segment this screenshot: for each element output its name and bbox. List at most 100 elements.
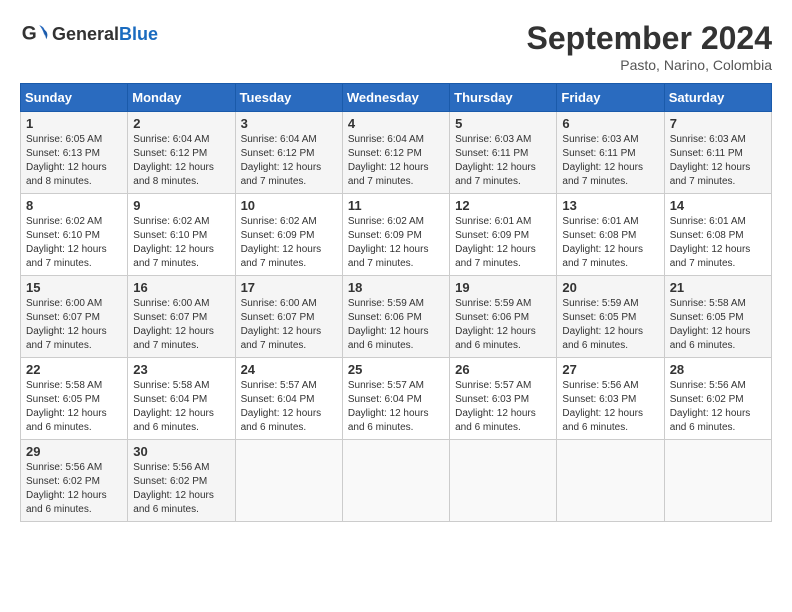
day-info: Sunrise: 5:56 AMSunset: 6:03 PMDaylight:…: [562, 379, 658, 435]
day-number: 14: [670, 198, 766, 213]
calendar-cell: 4 Sunrise: 6:04 AMSunset: 6:12 PMDaylight…: [342, 112, 449, 194]
day-number: 9: [133, 198, 229, 213]
day-info: Sunrise: 5:58 AMSunset: 6:05 PMDaylight:…: [26, 379, 122, 435]
day-info: Sunrise: 6:01 AMSunset: 6:08 PMDaylight:…: [670, 215, 766, 271]
location-subtitle: Pasto, Narino, Colombia: [527, 57, 772, 73]
logo-text-blue: Blue: [119, 24, 158, 44]
calendar-cell: 19 Sunrise: 5:59 AMSunset: 6:06 PMDayligh…: [450, 276, 557, 358]
calendar-cell: 1Sunrise: 6:05 AMSunset: 6:13 PMDaylight…: [21, 112, 128, 194]
header-row: SundayMondayTuesdayWednesdayThursdayFrid…: [21, 84, 772, 112]
calendar-cell: 24 Sunrise: 5:57 AMSunset: 6:04 PMDayligh…: [235, 358, 342, 440]
calendar-cell: 8Sunrise: 6:02 AMSunset: 6:10 PMDaylight…: [21, 194, 128, 276]
day-number: 15: [26, 280, 122, 295]
calendar-cell: 16 Sunrise: 6:00 AMSunset: 6:07 PMDayligh…: [128, 276, 235, 358]
page-header: G GeneralBlue September 2024 Pasto, Nari…: [20, 20, 772, 73]
title-area: September 2024 Pasto, Narino, Colombia: [527, 20, 772, 73]
day-number: 19: [455, 280, 551, 295]
day-number: 18: [348, 280, 444, 295]
day-info: Sunrise: 6:04 AMSunset: 6:12 PMDaylight:…: [133, 133, 229, 189]
calendar-cell: [235, 440, 342, 522]
calendar-cell: 28Sunrise: 5:56 AMSunset: 6:02 PMDayligh…: [664, 358, 771, 440]
calendar-cell: [557, 440, 664, 522]
day-info: Sunrise: 5:59 AMSunset: 6:06 PMDaylight:…: [455, 297, 551, 353]
calendar-cell: 25 Sunrise: 5:57 AMSunset: 6:04 PMDayligh…: [342, 358, 449, 440]
day-info: Sunrise: 5:58 AMSunset: 6:04 PMDaylight:…: [133, 379, 229, 435]
calendar-cell: 30Sunrise: 5:56 AMSunset: 6:02 PMDayligh…: [128, 440, 235, 522]
day-info: Sunrise: 5:59 AMSunset: 6:06 PMDaylight:…: [348, 297, 444, 353]
day-info: Sunrise: 6:04 AMSunset: 6:12 PMDaylight:…: [348, 133, 444, 189]
day-header-wednesday: Wednesday: [342, 84, 449, 112]
calendar-cell: 7 Sunrise: 6:03 AMSunset: 6:11 PMDaylight…: [664, 112, 771, 194]
day-number: 22: [26, 362, 122, 377]
day-info: Sunrise: 6:02 AMSunset: 6:09 PMDaylight:…: [348, 215, 444, 271]
day-number: 7: [670, 116, 766, 131]
week-row-4: 22 Sunrise: 5:58 AMSunset: 6:05 PMDayligh…: [21, 358, 772, 440]
calendar-cell: 2Sunrise: 6:04 AMSunset: 6:12 PMDaylight…: [128, 112, 235, 194]
day-number: 4: [348, 116, 444, 131]
day-header-tuesday: Tuesday: [235, 84, 342, 112]
day-info: Sunrise: 6:01 AMSunset: 6:09 PMDaylight:…: [455, 215, 551, 271]
calendar-cell: [664, 440, 771, 522]
day-header-thursday: Thursday: [450, 84, 557, 112]
calendar-cell: 5 Sunrise: 6:03 AMSunset: 6:11 PMDaylight…: [450, 112, 557, 194]
calendar-cell: 18 Sunrise: 5:59 AMSunset: 6:06 PMDayligh…: [342, 276, 449, 358]
logo-text-general: General: [52, 24, 119, 44]
day-info: Sunrise: 6:03 AMSunset: 6:11 PMDaylight:…: [670, 133, 766, 189]
day-number: 23: [133, 362, 229, 377]
day-header-monday: Monday: [128, 84, 235, 112]
logo: G GeneralBlue: [20, 20, 158, 48]
day-number: 25: [348, 362, 444, 377]
day-number: 11: [348, 198, 444, 213]
day-number: 3: [241, 116, 337, 131]
day-number: 24: [241, 362, 337, 377]
day-info: Sunrise: 5:57 AMSunset: 6:04 PMDaylight:…: [348, 379, 444, 435]
day-header-saturday: Saturday: [664, 84, 771, 112]
day-number: 13: [562, 198, 658, 213]
day-info: Sunrise: 5:59 AMSunset: 6:05 PMDaylight:…: [562, 297, 658, 353]
svg-text:G: G: [22, 23, 37, 44]
week-row-3: 15 Sunrise: 6:00 AMSunset: 6:07 PMDayligh…: [21, 276, 772, 358]
calendar-cell: 10Sunrise: 6:02 AMSunset: 6:09 PMDayligh…: [235, 194, 342, 276]
calendar-cell: 9 Sunrise: 6:02 AMSunset: 6:10 PMDaylight…: [128, 194, 235, 276]
month-title: September 2024: [527, 20, 772, 57]
calendar-cell: 22 Sunrise: 5:58 AMSunset: 6:05 PMDayligh…: [21, 358, 128, 440]
calendar-cell: 12Sunrise: 6:01 AMSunset: 6:09 PMDayligh…: [450, 194, 557, 276]
day-header-friday: Friday: [557, 84, 664, 112]
day-number: 17: [241, 280, 337, 295]
day-info: Sunrise: 5:58 AMSunset: 6:05 PMDaylight:…: [670, 297, 766, 353]
week-row-5: 29Sunrise: 5:56 AMSunset: 6:02 PMDayligh…: [21, 440, 772, 522]
calendar-cell: 23 Sunrise: 5:58 AMSunset: 6:04 PMDayligh…: [128, 358, 235, 440]
day-info: Sunrise: 6:00 AMSunset: 6:07 PMDaylight:…: [133, 297, 229, 353]
calendar-cell: 13Sunrise: 6:01 AMSunset: 6:08 PMDayligh…: [557, 194, 664, 276]
calendar-cell: 6Sunrise: 6:03 AMSunset: 6:11 PMDaylight…: [557, 112, 664, 194]
day-info: Sunrise: 5:57 AMSunset: 6:04 PMDaylight:…: [241, 379, 337, 435]
day-number: 26: [455, 362, 551, 377]
day-info: Sunrise: 6:03 AMSunset: 6:11 PMDaylight:…: [455, 133, 551, 189]
calendar-cell: [342, 440, 449, 522]
calendar-cell: 17Sunrise: 6:00 AMSunset: 6:07 PMDayligh…: [235, 276, 342, 358]
day-info: Sunrise: 6:02 AMSunset: 6:10 PMDaylight:…: [133, 215, 229, 271]
day-header-sunday: Sunday: [21, 84, 128, 112]
day-number: 10: [241, 198, 337, 213]
calendar-cell: [450, 440, 557, 522]
calendar-cell: 20Sunrise: 5:59 AMSunset: 6:05 PMDayligh…: [557, 276, 664, 358]
day-info: Sunrise: 6:05 AMSunset: 6:13 PMDaylight:…: [26, 133, 122, 189]
day-info: Sunrise: 5:56 AMSunset: 6:02 PMDaylight:…: [670, 379, 766, 435]
week-row-1: 1Sunrise: 6:05 AMSunset: 6:13 PMDaylight…: [21, 112, 772, 194]
logo-icon: G: [20, 20, 48, 48]
day-number: 8: [26, 198, 122, 213]
day-number: 5: [455, 116, 551, 131]
calendar-cell: 14 Sunrise: 6:01 AMSunset: 6:08 PMDayligh…: [664, 194, 771, 276]
calendar-cell: 26 Sunrise: 5:57 AMSunset: 6:03 PMDayligh…: [450, 358, 557, 440]
calendar-cell: 29Sunrise: 5:56 AMSunset: 6:02 PMDayligh…: [21, 440, 128, 522]
calendar-cell: 11 Sunrise: 6:02 AMSunset: 6:09 PMDayligh…: [342, 194, 449, 276]
day-number: 29: [26, 444, 122, 459]
day-number: 21: [670, 280, 766, 295]
day-info: Sunrise: 5:57 AMSunset: 6:03 PMDaylight:…: [455, 379, 551, 435]
day-number: 30: [133, 444, 229, 459]
day-number: 16: [133, 280, 229, 295]
calendar-cell: 21 Sunrise: 5:58 AMSunset: 6:05 PMDayligh…: [664, 276, 771, 358]
calendar-cell: 3 Sunrise: 6:04 AMSunset: 6:12 PMDaylight…: [235, 112, 342, 194]
day-info: Sunrise: 6:03 AMSunset: 6:11 PMDaylight:…: [562, 133, 658, 189]
day-info: Sunrise: 6:04 AMSunset: 6:12 PMDaylight:…: [241, 133, 337, 189]
